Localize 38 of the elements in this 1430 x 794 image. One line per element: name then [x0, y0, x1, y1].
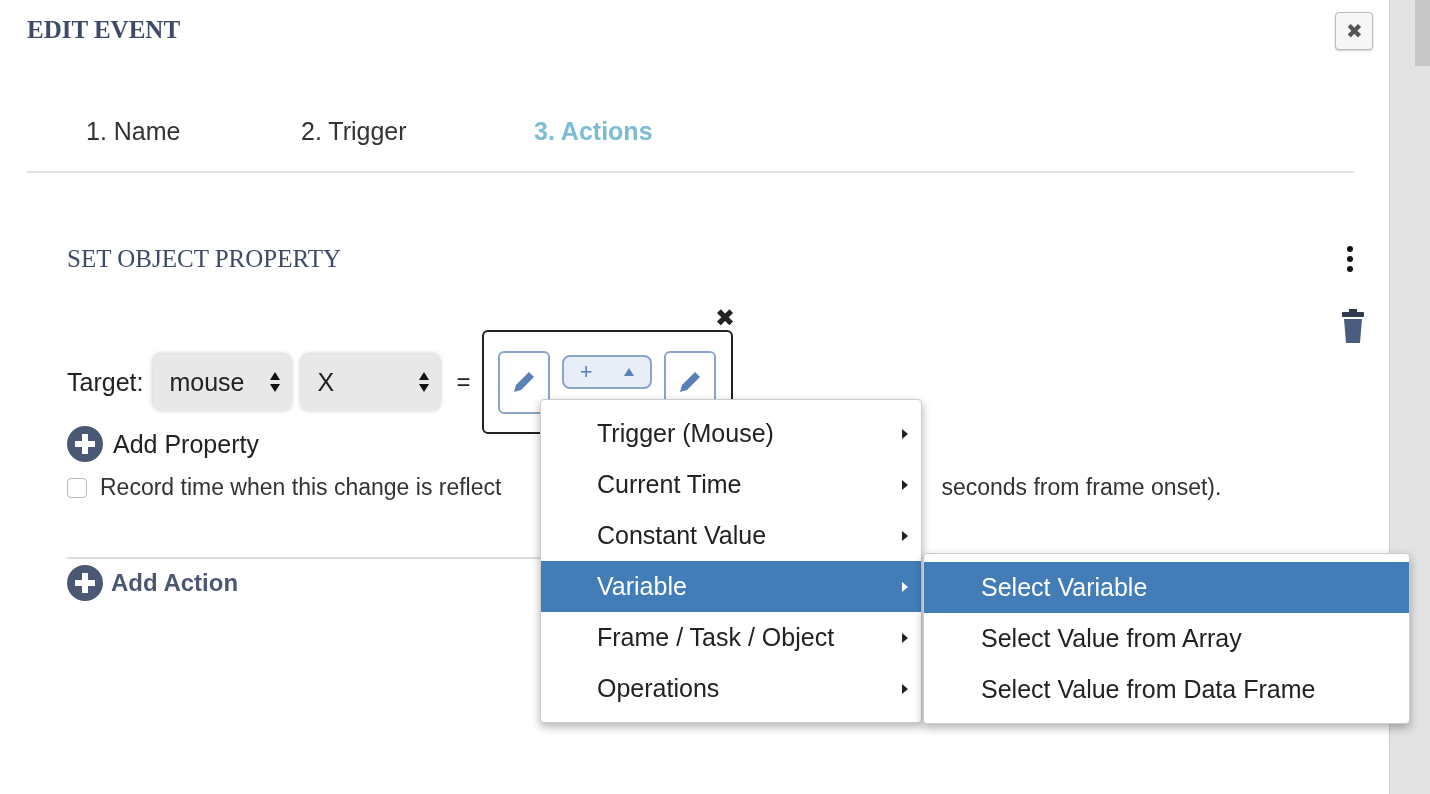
add-action-link[interactable]: Add Action — [111, 569, 239, 597]
menu-item[interactable]: Current Time — [541, 459, 921, 510]
add-icon[interactable] — [67, 426, 103, 462]
submenu-arrow-icon — [901, 682, 909, 695]
target-label: Target: — [67, 367, 144, 397]
up-arrow-icon — [623, 367, 636, 377]
record-time-text: Record time when this change is reflect — [100, 474, 502, 501]
more-options-icon[interactable] — [1346, 245, 1355, 273]
submenu-arrow-icon — [901, 580, 909, 593]
menu-item[interactable]: Constant Value — [541, 510, 921, 561]
step-tab[interactable]: 1. Name — [86, 117, 301, 171]
submenu-arrow-icon — [901, 478, 909, 491]
submenu-item[interactable]: Select Value from Data Frame — [924, 664, 1409, 715]
property-select[interactable]: X — [301, 354, 441, 410]
close-button[interactable]: ✖ — [1335, 12, 1374, 50]
step-tab[interactable]: 2. Trigger — [301, 117, 534, 171]
add-icon[interactable] — [67, 565, 103, 601]
menu-item[interactable]: Variable — [541, 561, 921, 612]
menu-item[interactable]: Trigger (Mouse) — [541, 408, 921, 459]
menu-item[interactable]: Operations — [541, 663, 921, 714]
submenu-arrow-icon — [901, 427, 909, 440]
dialog-title: EDIT EVENT — [27, 16, 181, 44]
up-down-arrows-icon — [418, 370, 431, 394]
submenu-item[interactable]: Select Variable — [924, 562, 1409, 613]
submenu-item[interactable]: Select Value from Array — [924, 613, 1409, 664]
record-time-text: seconds from frame onset). — [941, 474, 1222, 501]
equals-sign: = — [456, 368, 471, 396]
trash-icon[interactable] — [1342, 309, 1365, 343]
checkbox[interactable] — [67, 477, 87, 498]
add-property-link[interactable]: Add Property — [113, 429, 259, 459]
action-title: SET OBJECT PROPERTY — [67, 245, 342, 273]
object-select[interactable]: mouse — [153, 354, 292, 410]
remove-button[interactable]: ✖ — [715, 306, 736, 330]
menu-item[interactable]: Frame / Task / Object — [541, 612, 921, 663]
submenu-arrow-icon — [901, 631, 909, 644]
up-down-arrows-icon — [269, 370, 282, 394]
edit-button[interactable] — [498, 350, 551, 414]
submenu-arrow-icon — [901, 529, 909, 542]
